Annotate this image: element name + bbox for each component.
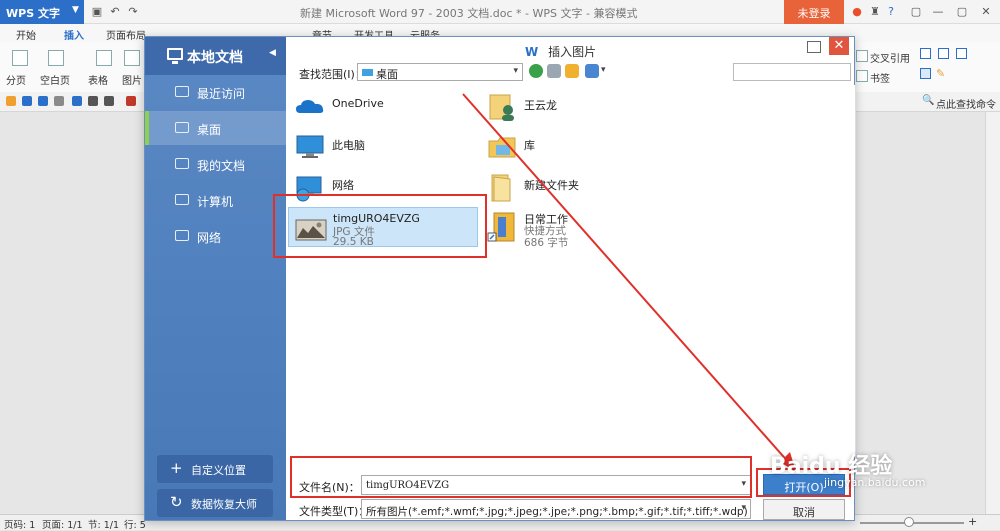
baidu-watermark-url: jingyan.baidu.com	[824, 476, 926, 489]
